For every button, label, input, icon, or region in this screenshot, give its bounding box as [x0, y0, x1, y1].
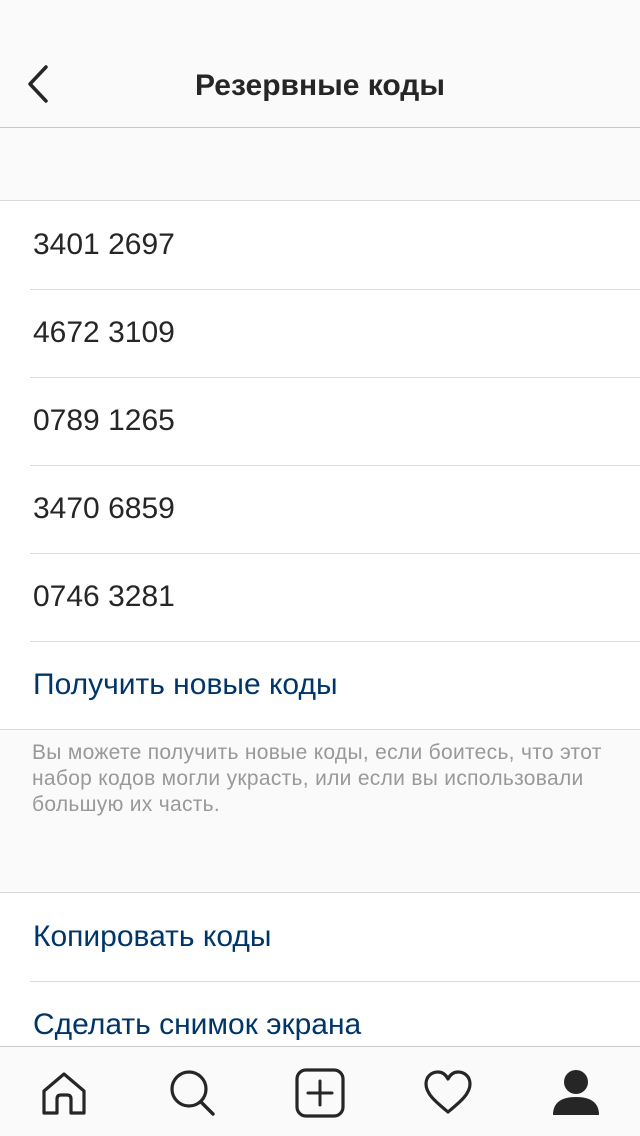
tab-home[interactable] [38, 1067, 90, 1119]
tab-search[interactable] [166, 1067, 218, 1119]
get-new-codes-button[interactable]: Получить новые коды [0, 641, 640, 729]
backup-codes-list: 3401 2697 4672 3109 0789 1265 3470 6859 … [0, 200, 640, 730]
footnote-text: Вы можете получить новые коды, если боит… [32, 741, 602, 816]
navigation-bar: Резервные коды [0, 0, 640, 128]
add-post-icon [294, 1067, 346, 1119]
backup-code-row: 0746 3281 [0, 553, 640, 641]
backup-code-row: 3401 2697 [33, 228, 175, 261]
backup-code-row: 3470 6859 [0, 465, 640, 553]
actions-list: Копировать коды Сделать снимок экрана [0, 892, 640, 1069]
backup-code-row: 0789 1265 [0, 377, 640, 465]
backup-codes-screen: Резервные коды 3401 2697 4672 3109 0789 … [0, 0, 640, 1136]
page-title: Резервные коды [195, 69, 445, 102]
tab-profile[interactable] [550, 1067, 602, 1119]
tab-new-post[interactable] [294, 1067, 346, 1119]
search-icon [166, 1067, 218, 1119]
profile-icon [550, 1067, 602, 1119]
heart-icon [422, 1067, 474, 1119]
tab-bar [0, 1046, 640, 1136]
home-icon [38, 1067, 90, 1119]
copy-codes-button[interactable]: Копировать коды [0, 893, 640, 981]
backup-code-row: 4672 3109 [0, 289, 640, 377]
tab-activity[interactable] [422, 1067, 474, 1119]
